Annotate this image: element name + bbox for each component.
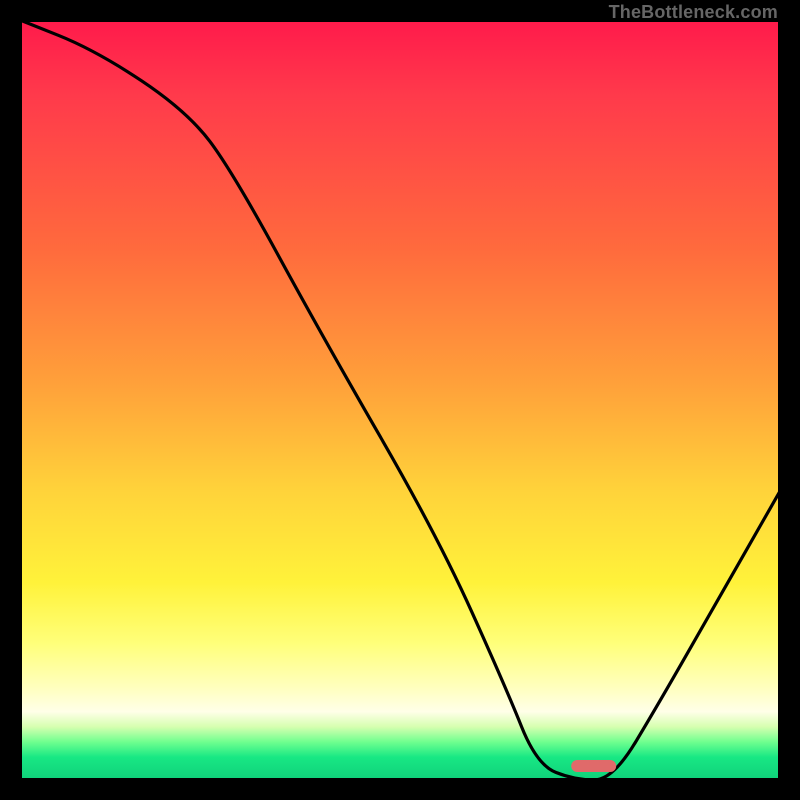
bottleneck-curve — [20, 20, 780, 780]
plot-area — [20, 20, 780, 780]
optimal-marker — [571, 760, 617, 772]
chart-frame: TheBottleneck.com — [0, 0, 800, 800]
